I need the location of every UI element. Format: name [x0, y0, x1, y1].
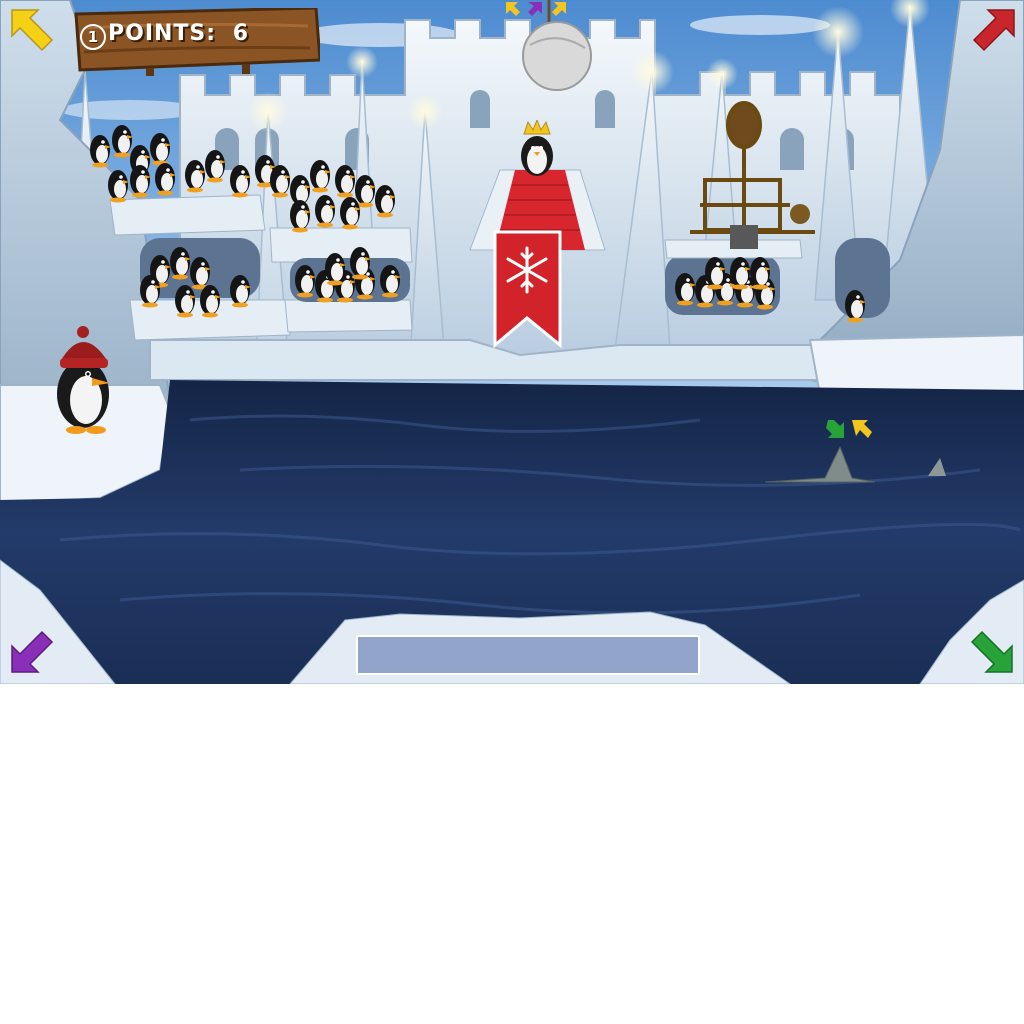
points-value: 6 [232, 21, 250, 46]
crowd-penguin [108, 170, 129, 203]
points-readout: POINTS: 6 [108, 21, 249, 46]
arrow-down-right-icon [970, 630, 1013, 673]
arrow-up-left-icon [11, 9, 54, 52]
penguin-crowd [90, 125, 866, 323]
crowd-penguin [340, 197, 361, 230]
crowd-penguin [90, 135, 111, 168]
corner-button-top-right[interactable] [970, 6, 1018, 54]
crowd-penguin [270, 165, 291, 198]
arrow-down-left-icon [11, 630, 54, 673]
crowd-penguin [205, 150, 226, 183]
game-viewport[interactable]: 1 POINTS: 6 [0, 0, 1024, 684]
text-input-bar[interactable] [356, 635, 700, 675]
crowd-penguin [130, 165, 151, 198]
crowd-penguin [295, 265, 316, 298]
corner-button-bottom-left[interactable] [8, 628, 56, 676]
points-label: POINTS: [108, 21, 217, 46]
player-number-badge: 1 [80, 24, 106, 50]
crowd-penguin [175, 285, 196, 318]
crowd-penguin [230, 275, 251, 308]
shark-target-markers [826, 420, 872, 438]
crowd-penguin [375, 185, 396, 218]
king-penguin [521, 120, 553, 176]
crowd-penguin [230, 165, 251, 198]
crowd-penguin [675, 273, 696, 306]
crowd-penguin [190, 257, 211, 290]
crowd-penguin [310, 160, 331, 193]
crowd-penguin [185, 160, 206, 193]
crowd-penguin [845, 290, 866, 323]
player-penguin [57, 326, 110, 434]
crowd-penguin [170, 247, 191, 280]
crowd-penguin [380, 265, 401, 298]
crowd-penguin [155, 163, 176, 196]
crowd-penguin [112, 125, 133, 158]
corner-button-top-left[interactable] [8, 6, 56, 54]
corner-button-bottom-right[interactable] [968, 628, 1016, 676]
crowd-penguin [150, 133, 171, 166]
ball-target-markers [506, 2, 566, 16]
points-board: 1 POINTS: 6 [72, 8, 320, 76]
crowd-penguin [315, 195, 336, 228]
crowd-penguin [355, 175, 376, 208]
arrow-up-right-icon [972, 9, 1015, 52]
crowd-penguin [200, 285, 221, 318]
crowd-penguin [335, 165, 356, 198]
